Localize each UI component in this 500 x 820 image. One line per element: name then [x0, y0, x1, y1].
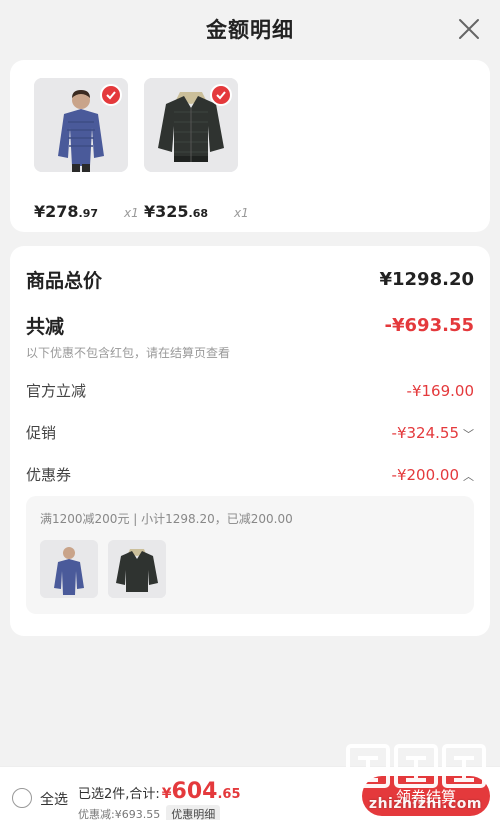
discount-hint: 以下优惠不包含红包，请在结算页查看 [26, 346, 231, 360]
header: 金额明细 [0, 0, 500, 58]
select-all-radio[interactable] [12, 788, 32, 808]
discount-line: 优惠减:¥693.55 优惠明细 [78, 805, 221, 820]
selected-count-text: 已选2件,合计: [78, 787, 160, 802]
coupon-label: 优惠券 [26, 466, 72, 484]
official-value: -¥169.00 [406, 381, 474, 400]
order-summary: 已选2件,合计: ¥ 604 .65 [78, 779, 241, 804]
total-amount-decimal: .65 [217, 787, 241, 802]
total-row: 商品总价 ¥1298.20 [26, 266, 474, 293]
discount-detail-button[interactable]: 优惠明细 [166, 805, 221, 820]
selected-products-card: ¥278 .97 x1 ¥325 .68 x1 [10, 60, 490, 232]
product-item[interactable]: ¥325 .68 x1 [144, 78, 249, 221]
product-quantity: x1 [234, 206, 249, 220]
product-price: ¥278 [34, 202, 79, 221]
product-price-decimal: .68 [188, 207, 209, 220]
coupon-row[interactable]: 优惠券 -¥200.00 ︿ [26, 464, 474, 485]
checkout-button[interactable]: 领券结算 [362, 776, 490, 816]
coupon-detail-box: 满1200减200元 | 小计1298.20，已减200.00 [26, 496, 474, 614]
product-image-blue-jacket[interactable] [34, 78, 128, 172]
coupon-value: -¥200.00 [391, 466, 459, 484]
promo-row[interactable]: 促销 -¥324.55 ﹀ [26, 422, 474, 443]
reduce-value: -¥693.55 [384, 315, 474, 336]
official-discount-row: 官方立减 -¥169.00 [26, 380, 474, 401]
chevron-up-icon[interactable]: ︿ [463, 468, 474, 484]
checked-icon[interactable] [210, 84, 232, 106]
reduce-row: 共减 -¥693.55 [26, 312, 474, 339]
discount-amount: 优惠减:¥693.55 [78, 808, 161, 820]
chevron-down-icon[interactable]: ﹀ [463, 426, 474, 442]
checked-icon[interactable] [100, 84, 122, 106]
product-item[interactable]: ¥278 .97 x1 [34, 78, 139, 221]
coupon-product-image-dark-jacket [108, 540, 166, 598]
amount-detail-card: 商品总价 ¥1298.20 共减 -¥693.55 以下优惠不包含红包，请在结算… [10, 246, 490, 636]
product-price-row: ¥278 .97 x1 [34, 202, 144, 221]
total-currency: ¥ [161, 786, 172, 802]
total-label: 商品总价 [26, 270, 103, 292]
official-label: 官方立减 [26, 382, 87, 400]
promo-value-wrap[interactable]: -¥324.55 ﹀ [392, 423, 474, 442]
product-image-dark-jacket[interactable] [144, 78, 238, 172]
product-price: ¥325 [144, 202, 189, 221]
promo-value: -¥324.55 [391, 424, 459, 442]
product-price-row: ¥325 .68 x1 [144, 202, 254, 221]
page-title: 金额明细 [206, 18, 294, 42]
coupon-value-wrap[interactable]: -¥200.00 ︿ [392, 465, 474, 484]
total-amount: 604 [171, 779, 218, 804]
coupon-description: 满1200减200元 | 小计1298.20，已减200.00 [40, 512, 293, 526]
select-all-label[interactable]: 全选 [40, 789, 68, 809]
product-price-decimal: .97 [78, 207, 99, 220]
coupon-product-image-blue-jacket [40, 540, 98, 598]
product-quantity: x1 [124, 206, 139, 220]
bottom-checkout-bar: 全选 已选2件,合计: ¥ 604 .65 优惠减:¥693.55 优惠明细 领… [0, 766, 500, 820]
promo-label: 促销 [26, 424, 57, 442]
reduce-label: 共减 [26, 316, 65, 338]
close-icon[interactable] [456, 16, 482, 42]
total-value: ¥1298.20 [379, 269, 474, 290]
